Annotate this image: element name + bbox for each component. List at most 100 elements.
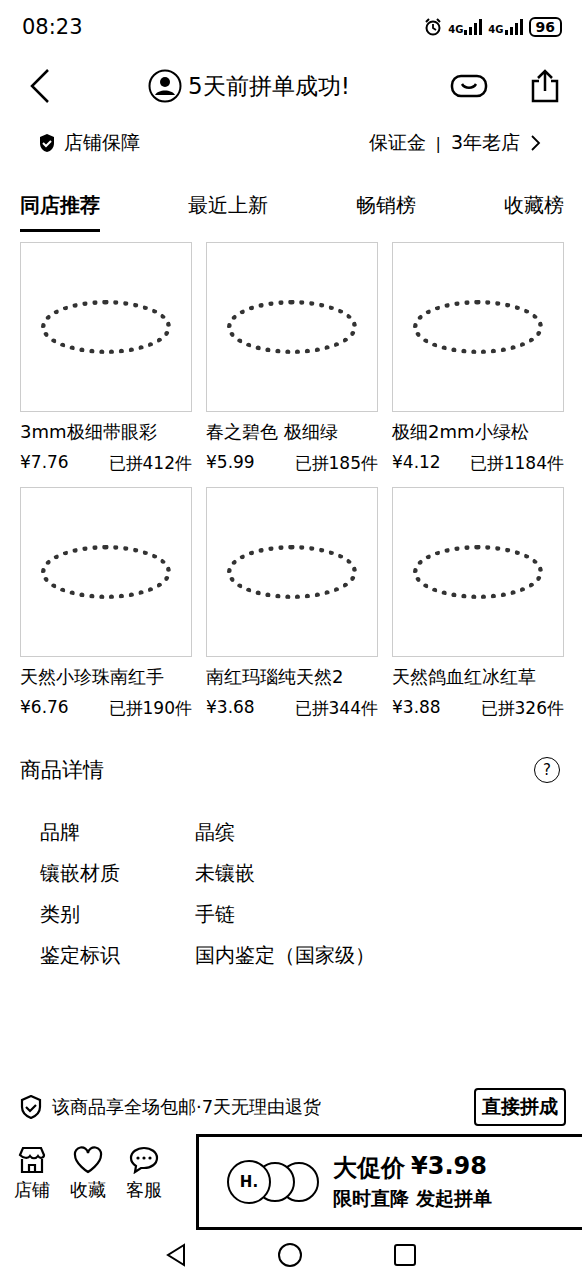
product-photo bbox=[392, 242, 564, 412]
bottom-action-label: 收藏 bbox=[70, 1178, 106, 1202]
product-meta: ¥7.76 已拼412件 bbox=[20, 452, 192, 475]
tab[interactable]: 收藏榜 bbox=[504, 186, 564, 232]
product-grid: 3mm极细带眼彩 ¥7.76 已拼412件 春之碧色 极细绿 ¥5.99 已拼1… bbox=[0, 232, 582, 720]
tab-bar: 同店推荐 最近上新 畅销榜 收藏榜 bbox=[0, 164, 582, 232]
product-title: 南红玛瑙纯天然2 bbox=[206, 665, 378, 689]
detail-label: 品牌 bbox=[40, 819, 195, 846]
status-time: 08:23 bbox=[22, 15, 83, 39]
promo-price-value: ¥3.98 bbox=[411, 1152, 487, 1184]
detail-value: 国内鉴定（国家级） bbox=[195, 942, 560, 969]
store-icon bbox=[17, 1146, 47, 1174]
detail-value: 手链 bbox=[195, 901, 560, 928]
product-photo bbox=[20, 487, 192, 657]
share-icon[interactable] bbox=[530, 69, 560, 103]
direct-group-button[interactable]: 直接拼成 bbox=[474, 1088, 566, 1126]
details-title: 商品详情 bbox=[20, 756, 104, 784]
system-nav-bar bbox=[0, 1230, 582, 1280]
detail-value: 晶缤 bbox=[195, 819, 560, 846]
tab[interactable]: 同店推荐 bbox=[20, 186, 100, 232]
network-label: 4G bbox=[448, 24, 463, 35]
bottom-action-label: 店铺 bbox=[14, 1178, 50, 1202]
product-price: ¥3.68 bbox=[206, 697, 255, 720]
coupon-icon[interactable] bbox=[450, 72, 488, 100]
product-card[interactable]: 3mm极细带眼彩 ¥7.76 已拼412件 bbox=[20, 242, 192, 475]
detail-label: 镶嵌材质 bbox=[40, 860, 195, 887]
tab[interactable]: 畅销榜 bbox=[356, 186, 416, 232]
promo-price-label: 大促价 bbox=[333, 1152, 405, 1184]
product-title: 天然鸽血红冰红草 bbox=[392, 665, 564, 689]
product-sold: 已拼412件 bbox=[109, 452, 192, 475]
bottom-action[interactable]: 店铺 bbox=[14, 1146, 50, 1230]
detail-row: 类别 手链 bbox=[20, 894, 560, 935]
battery-indicator: 96 bbox=[529, 17, 562, 37]
product-photo bbox=[206, 242, 378, 412]
bracelet-shape bbox=[227, 300, 357, 354]
product-price: ¥7.76 bbox=[20, 452, 69, 475]
bottom-bar: 店铺 收藏 客服 H. 大促价 ¥3.98 限时直降 发起拼单 bbox=[0, 1132, 582, 1230]
help-button[interactable]: ? bbox=[534, 757, 560, 783]
shield-icon bbox=[38, 133, 56, 153]
product-title: 极细2mm小绿松 bbox=[392, 420, 564, 444]
header-title-group: 5天前拼单成功! bbox=[148, 69, 450, 103]
product-sold: 已拼190件 bbox=[109, 697, 192, 720]
product-meta: ¥4.12 已拼1184件 bbox=[392, 452, 564, 475]
separator: | bbox=[436, 134, 441, 153]
bottom-action-label: 客服 bbox=[126, 1178, 162, 1202]
header-actions bbox=[450, 69, 560, 103]
status-icons: 4G 4G 96 bbox=[424, 17, 562, 37]
nav-home-icon[interactable] bbox=[277, 1242, 303, 1268]
shipping-notice: 该商品享全场包邮·7天无理由退货 直接拼成 bbox=[0, 1088, 582, 1132]
promo-price: 大促价 ¥3.98 bbox=[333, 1152, 492, 1184]
bottom-action[interactable]: 客服 bbox=[126, 1146, 162, 1230]
shield-check-icon bbox=[20, 1095, 42, 1119]
product-price: ¥4.12 bbox=[392, 452, 441, 475]
promo-avatars: H. bbox=[227, 1160, 319, 1204]
product-title: 天然小珍珠南红手 bbox=[20, 665, 192, 689]
product-title: 春之碧色 极细绿 bbox=[206, 420, 378, 444]
product-page: 08:23 4G 4G 96 5天前拼单成功! 店铺保障 保证金 | 3年老店 … bbox=[0, 0, 582, 1280]
bracelet-shape bbox=[41, 545, 171, 599]
product-details: 商品详情 ? 品牌 晶缤镶嵌材质 未镶嵌类别 手链鉴定标识 国内鉴定（国家级） bbox=[0, 720, 582, 976]
status-bar: 08:23 4G 4G 96 bbox=[0, 0, 582, 42]
product-title: 3mm极细带眼彩 bbox=[20, 420, 192, 444]
bottom-action[interactable]: 收藏 bbox=[70, 1146, 106, 1230]
bracelet-shape bbox=[41, 300, 171, 354]
product-card[interactable]: 极细2mm小绿松 ¥4.12 已拼1184件 bbox=[392, 242, 564, 475]
nav-back-icon[interactable] bbox=[165, 1243, 187, 1267]
signal-icon bbox=[505, 19, 523, 35]
nav-recents-icon[interactable] bbox=[393, 1243, 417, 1267]
product-price: ¥5.99 bbox=[206, 452, 255, 475]
product-card[interactable]: 南红玛瑙纯天然2 ¥3.68 已拼344件 bbox=[206, 487, 378, 720]
tab[interactable]: 最近上新 bbox=[188, 186, 268, 232]
product-meta: ¥3.68 已拼344件 bbox=[206, 697, 378, 720]
bracelet-shape bbox=[413, 545, 543, 599]
product-sold: 已拼185件 bbox=[295, 452, 378, 475]
back-arrow-icon[interactable] bbox=[28, 68, 52, 104]
product-card[interactable]: 天然小珍珠南红手 ¥6.76 已拼190件 bbox=[20, 487, 192, 720]
detail-label: 类别 bbox=[40, 901, 195, 928]
product-card[interactable]: 春之碧色 极细绿 ¥5.99 已拼185件 bbox=[206, 242, 378, 475]
deposit-label: 保证金 bbox=[369, 130, 426, 156]
product-meta: ¥6.76 已拼190件 bbox=[20, 697, 192, 720]
detail-value: 未镶嵌 bbox=[195, 860, 560, 887]
heart-icon bbox=[73, 1146, 103, 1174]
shop-guarantee-label: 店铺保障 bbox=[64, 130, 140, 156]
chat-icon bbox=[129, 1146, 159, 1174]
product-sold: 已拼344件 bbox=[295, 697, 378, 720]
product-price: ¥6.76 bbox=[20, 697, 69, 720]
shop-guarantee-row[interactable]: 店铺保障 保证金 | 3年老店 bbox=[0, 126, 582, 164]
bracelet-shape bbox=[413, 300, 543, 354]
product-sold: 已拼1184件 bbox=[470, 452, 564, 475]
promo-logo: H. bbox=[227, 1160, 271, 1204]
product-card[interactable]: 天然鸽血红冰红草 ¥3.88 已拼326件 bbox=[392, 487, 564, 720]
notice-text: 该商品享全场包邮·7天无理由退货 bbox=[52, 1095, 321, 1119]
product-sold: 已拼326件 bbox=[481, 697, 564, 720]
promo-button[interactable]: H. 大促价 ¥3.98 限时直降 发起拼单 bbox=[196, 1134, 582, 1230]
shop-age: 3年老店 bbox=[451, 130, 520, 156]
product-meta: ¥5.99 已拼185件 bbox=[206, 452, 378, 475]
header-title: 5天前拼单成功! bbox=[188, 71, 350, 102]
shop-guarantee: 店铺保障 bbox=[38, 130, 140, 156]
header-bar: 5天前拼单成功! bbox=[0, 42, 582, 126]
product-photo bbox=[206, 487, 378, 657]
bracelet-shape bbox=[227, 545, 357, 599]
